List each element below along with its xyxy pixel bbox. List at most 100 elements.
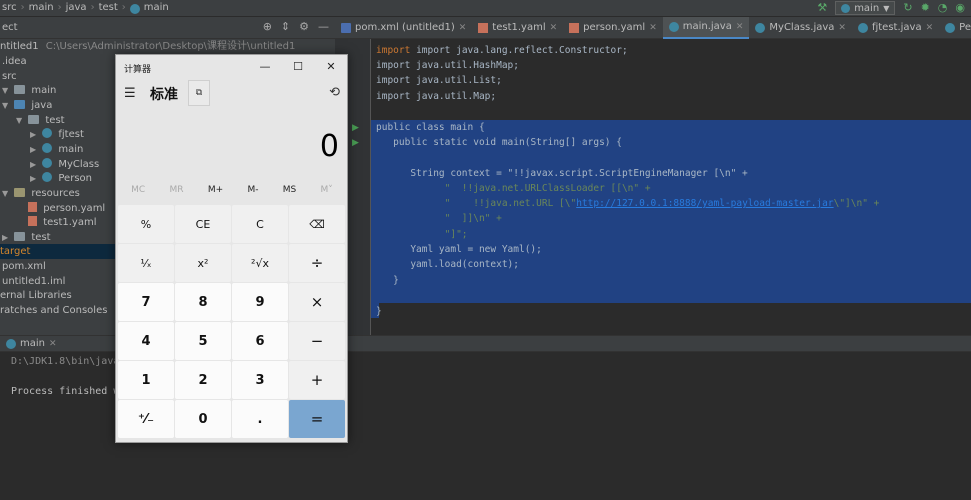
clear-button[interactable]: C xyxy=(232,205,288,243)
run-gutter-icon[interactable]: ▶ xyxy=(352,138,362,148)
tab-myclass-java[interactable]: MyClass.java ✕ xyxy=(749,17,852,39)
code-line: import import java.lang.reflect.Construc… xyxy=(376,45,628,56)
hamburger-menu-icon[interactable]: ☰ xyxy=(124,86,136,101)
payload-url[interactable]: http://127.0.0.1:8888/yaml-payload-maste… xyxy=(576,198,833,209)
calculator-display: 0 xyxy=(319,129,339,164)
debug-icon[interactable]: ✹ xyxy=(921,1,930,15)
close-icon[interactable]: ✕ xyxy=(926,17,934,39)
percent-button[interactable]: % xyxy=(118,205,174,243)
history-icon[interactable]: ⟲ xyxy=(329,85,340,100)
add-button[interactable]: + xyxy=(289,361,345,399)
memory-subtract-button[interactable]: M- xyxy=(247,185,258,203)
breadcrumb-test[interactable]: test xyxy=(99,2,118,13)
class-icon xyxy=(42,158,53,168)
close-icon[interactable]: ✕ xyxy=(736,16,744,38)
close-icon[interactable]: ✕ xyxy=(459,17,467,39)
tree-item-person[interactable]: ▶ Person xyxy=(30,171,92,186)
tab-run-main[interactable]: main ✕ xyxy=(0,336,63,352)
digit-7-button[interactable]: 7 xyxy=(118,283,174,321)
tree-item-project-root[interactable]: ntitled1 C:\Users\Administrator\Desktop\… xyxy=(0,39,295,54)
keep-on-top-icon[interactable]: ⧉ xyxy=(188,80,210,106)
tree-item-src[interactable]: src xyxy=(2,69,17,84)
digit-5-button[interactable]: 5 xyxy=(175,322,231,360)
tree-item-test-dir[interactable]: ▶ test xyxy=(2,230,51,245)
minimize-icon[interactable]: — xyxy=(254,58,276,76)
digit-3-button[interactable]: 3 xyxy=(232,361,288,399)
tab-pom[interactable]: pom.xml (untitled1) ✕ xyxy=(335,17,472,39)
close-icon[interactable]: ✕ xyxy=(49,336,57,352)
top-toolbar: ⚒ main ▼ ↻ ✹ ◔ ◉ xyxy=(817,1,965,15)
tree-item-test-package[interactable]: ▼ test xyxy=(16,113,65,128)
gear-icon[interactable]: ⚙ xyxy=(299,20,309,33)
class-icon xyxy=(42,128,53,138)
tab-main-java[interactable]: main.java ✕ xyxy=(662,16,750,39)
negate-button[interactable]: ⁺⁄₋ xyxy=(118,400,174,438)
tree-item-myclass[interactable]: ▶ MyClass xyxy=(30,157,99,172)
square-button[interactable]: x² xyxy=(175,244,231,282)
decimal-point-button[interactable]: . xyxy=(232,400,288,438)
close-icon[interactable]: ✕ xyxy=(838,17,846,39)
tree-item-iml[interactable]: untitled1.iml xyxy=(2,274,65,289)
breadcrumb-main[interactable]: main xyxy=(29,2,54,13)
tree-item-label: ratches and Consoles xyxy=(0,305,108,316)
import-text: import java.util.HashMap; xyxy=(376,60,519,71)
equals-button[interactable]: = xyxy=(289,400,345,438)
subtract-button[interactable]: − xyxy=(289,322,345,360)
tree-item-pom[interactable]: pom.xml xyxy=(2,259,46,274)
tree-item-java[interactable]: ▼ java xyxy=(2,98,52,113)
divide-button[interactable]: ÷ xyxy=(289,244,345,282)
run-gutter-icon[interactable]: ▶ xyxy=(352,123,362,133)
memory-list-button[interactable]: M˅ xyxy=(321,185,333,203)
digit-6-button[interactable]: 6 xyxy=(232,322,288,360)
tab-person-java[interactable]: Person.java xyxy=(939,17,971,39)
calculator-titlebar[interactable]: 计算器 — ☐ ✕ xyxy=(116,55,347,80)
locate-icon[interactable]: ⊕ xyxy=(263,20,272,33)
digit-2-button[interactable]: 2 xyxy=(175,361,231,399)
tab-person-yaml[interactable]: person.yaml ✕ xyxy=(563,17,663,39)
collapse-icon[interactable]: ⇕ xyxy=(281,20,290,33)
memory-recall-button[interactable]: MR xyxy=(170,185,184,203)
breadcrumb-java[interactable]: java xyxy=(66,2,87,13)
chevron-right-icon: ▶ xyxy=(30,130,37,139)
digit-4-button[interactable]: 4 xyxy=(118,322,174,360)
calculator-mode-title: 标准 xyxy=(150,87,178,103)
code-editor[interactable]: ▶ ▶ import import java.lang.reflect.Cons… xyxy=(335,39,971,335)
tab-fjtest-java[interactable]: fjtest.java ✕ xyxy=(852,17,939,39)
memory-clear-button[interactable]: MC xyxy=(131,185,145,203)
tree-item-test1-yaml[interactable]: test1.yaml xyxy=(28,215,97,230)
close-icon[interactable]: ✕ xyxy=(320,58,342,76)
hide-icon[interactable]: — xyxy=(318,20,329,33)
hammer-build-icon[interactable]: ⚒ xyxy=(817,1,827,15)
tree-item-main-class[interactable]: ▶ main xyxy=(30,142,83,157)
breadcrumb-src[interactable]: src xyxy=(2,2,17,13)
memory-add-button[interactable]: M+ xyxy=(208,185,223,203)
tab-test1-yaml[interactable]: test1.yaml ✕ xyxy=(472,17,563,39)
tree-item-label: test1.yaml xyxy=(43,217,97,228)
digit-1-button[interactable]: 1 xyxy=(118,361,174,399)
tree-item-idea[interactable]: .idea xyxy=(2,54,27,69)
clear-entry-button[interactable]: CE xyxy=(175,205,231,243)
reciprocal-button[interactable]: ¹⁄ₓ xyxy=(118,244,174,282)
backspace-button[interactable]: ⌫ xyxy=(289,205,345,243)
close-icon[interactable]: ✕ xyxy=(550,17,558,39)
coverage-icon[interactable]: ◔ xyxy=(938,1,948,15)
square-root-button[interactable]: ²√x xyxy=(232,244,288,282)
digit-8-button[interactable]: 8 xyxy=(175,283,231,321)
memory-store-button[interactable]: MS xyxy=(283,185,296,203)
tree-item-scratches[interactable]: ratches and Consoles xyxy=(0,303,107,318)
close-icon[interactable]: ✕ xyxy=(649,17,657,39)
tree-item-fjtest[interactable]: ▶ fjtest xyxy=(30,127,84,142)
tree-item-main[interactable]: ▼ main xyxy=(2,83,56,98)
maximize-icon[interactable]: ☐ xyxy=(287,58,309,76)
digit-9-button[interactable]: 9 xyxy=(232,283,288,321)
tree-item-resources[interactable]: ▼ resources xyxy=(2,186,80,201)
multiply-button[interactable]: × xyxy=(289,283,345,321)
tree-item-external-libraries[interactable]: ernal Libraries xyxy=(0,288,72,303)
run-configuration-select[interactable]: main ▼ xyxy=(835,1,896,15)
tree-item-person-yaml[interactable]: person.yaml xyxy=(28,201,105,216)
breadcrumb-main-class[interactable]: main xyxy=(144,2,169,13)
digit-0-button[interactable]: 0 xyxy=(175,400,231,438)
rerun-icon[interactable]: ↻ xyxy=(903,1,912,15)
calculator-window[interactable]: 计算器 — ☐ ✕ ☰ 标准 ⧉ ⟲ 0 MC MR M+ M- MS M˅ %… xyxy=(115,54,348,443)
profile-icon[interactable]: ◉ xyxy=(955,1,965,15)
